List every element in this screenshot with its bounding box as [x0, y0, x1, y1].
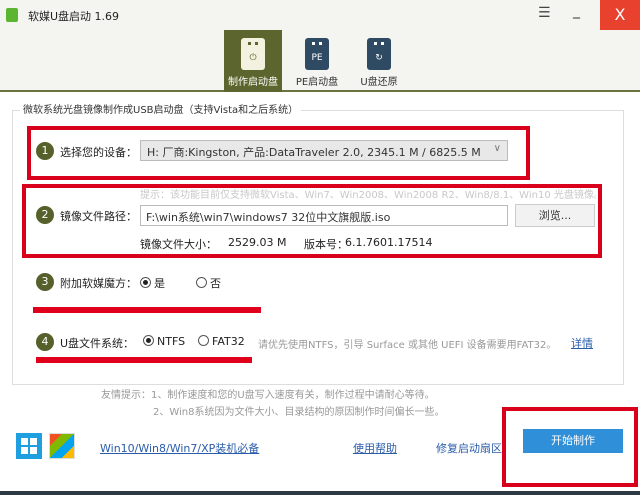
device-label: 选择您的设备： [60, 146, 137, 159]
radio-label: 是 [154, 277, 165, 290]
browse-button[interactable]: 浏览... [515, 204, 595, 227]
usb-pe-icon: PE [305, 38, 329, 70]
window-title: 软媒U盘启动 1.69 [28, 10, 120, 23]
tab-label: U盘还原 [360, 77, 398, 88]
ntfs-radio[interactable]: NTFS [143, 335, 185, 348]
addon-yes-radio[interactable]: 是 [140, 275, 165, 291]
highlight-bar [33, 307, 261, 313]
highlight-bar [36, 357, 252, 363]
usb-restore-icon: ↻ [367, 38, 391, 70]
radio-checked-icon [140, 277, 151, 288]
windows10-logo-icon [16, 433, 42, 459]
radio-unchecked-icon [196, 277, 207, 288]
image-path-label: 镜像文件路径： [60, 210, 137, 223]
step-number: 2 [36, 206, 54, 224]
hint-text: 提示：该功能目前仅支持微软Vista、Win7、Win2008、Win2008 … [140, 190, 596, 201]
image-path-input[interactable]: F:\win系统\win7\windows7 32位中文旗舰版.iso [140, 205, 508, 226]
radio-checked-icon [143, 335, 154, 346]
version-label: 版本号： [304, 238, 348, 251]
filesystem-label: U盘文件系统： [60, 337, 135, 350]
hamburger-icon[interactable]: ☰ [538, 5, 551, 21]
close-button[interactable]: X [600, 0, 640, 30]
tab-label: 制作启动盘 [228, 77, 278, 88]
radio-unchecked-icon [198, 335, 209, 346]
tab-pe-boot-disk[interactable]: PE PE启动盘 [288, 30, 346, 92]
start-button[interactable]: 开始制作 [523, 429, 623, 453]
version-value: 6.1.7601.17514 [345, 236, 433, 249]
minimize-button[interactable]: _ [573, 3, 580, 19]
addon-label: 附加软媒魔方： [60, 277, 137, 290]
radio-label: 否 [210, 277, 221, 290]
usb-power-icon: ⏻ [241, 38, 265, 70]
step-number: 3 [36, 273, 54, 291]
tip-line-2: 2、Win8系统因为文件大小、目录结构的原因制作时间偏长一些。 [153, 407, 445, 418]
addon-no-radio[interactable]: 否 [196, 275, 221, 291]
device-value: H: 厂商:Kingston, 产品:DataTraveler 2.0, 234… [147, 146, 481, 159]
fat32-radio[interactable]: FAT32 [198, 335, 245, 348]
bottom-border [0, 491, 640, 495]
device-select[interactable]: H: 厂商:Kingston, 产品:DataTraveler 2.0, 234… [140, 140, 508, 161]
tip-line-1: 友情提示：1、制作速度和您的U盘写入速度有关，制作过程中请耐心等待。 [101, 390, 435, 401]
chevron-down-icon: ∨ [493, 143, 501, 154]
step-number: 4 [36, 333, 54, 351]
tab-make-boot-disk[interactable]: ⏻ 制作启动盘 [224, 30, 282, 92]
windows7-logo-icon [49, 433, 75, 459]
help-link[interactable]: 使用帮助 [353, 440, 397, 456]
step-number: 1 [36, 142, 54, 160]
radio-label: NTFS [157, 335, 186, 348]
image-size-value: 2529.03 M [228, 236, 287, 249]
filesystem-note: 请优先使用NTFS，引导 Surface 或其他 UEFI 设备需要用FAT32… [258, 340, 557, 351]
radio-label: FAT32 [212, 335, 245, 348]
win-setup-link[interactable]: Win10/Win8/Win7/XP装机必备 [100, 440, 259, 456]
image-size-label: 镜像文件大小： [140, 238, 217, 251]
tab-usb-restore[interactable]: ↻ U盘还原 [350, 30, 408, 92]
tab-label: PE启动盘 [295, 77, 339, 88]
details-link[interactable]: 详情 [571, 335, 593, 351]
repair-boot-sector-link[interactable]: 修复启动扇区 [436, 440, 502, 456]
app-icon [6, 8, 18, 22]
group-title: 微软系统光盘镜像制作成USB启动盘（支持Vista和之后系统） [20, 101, 302, 116]
